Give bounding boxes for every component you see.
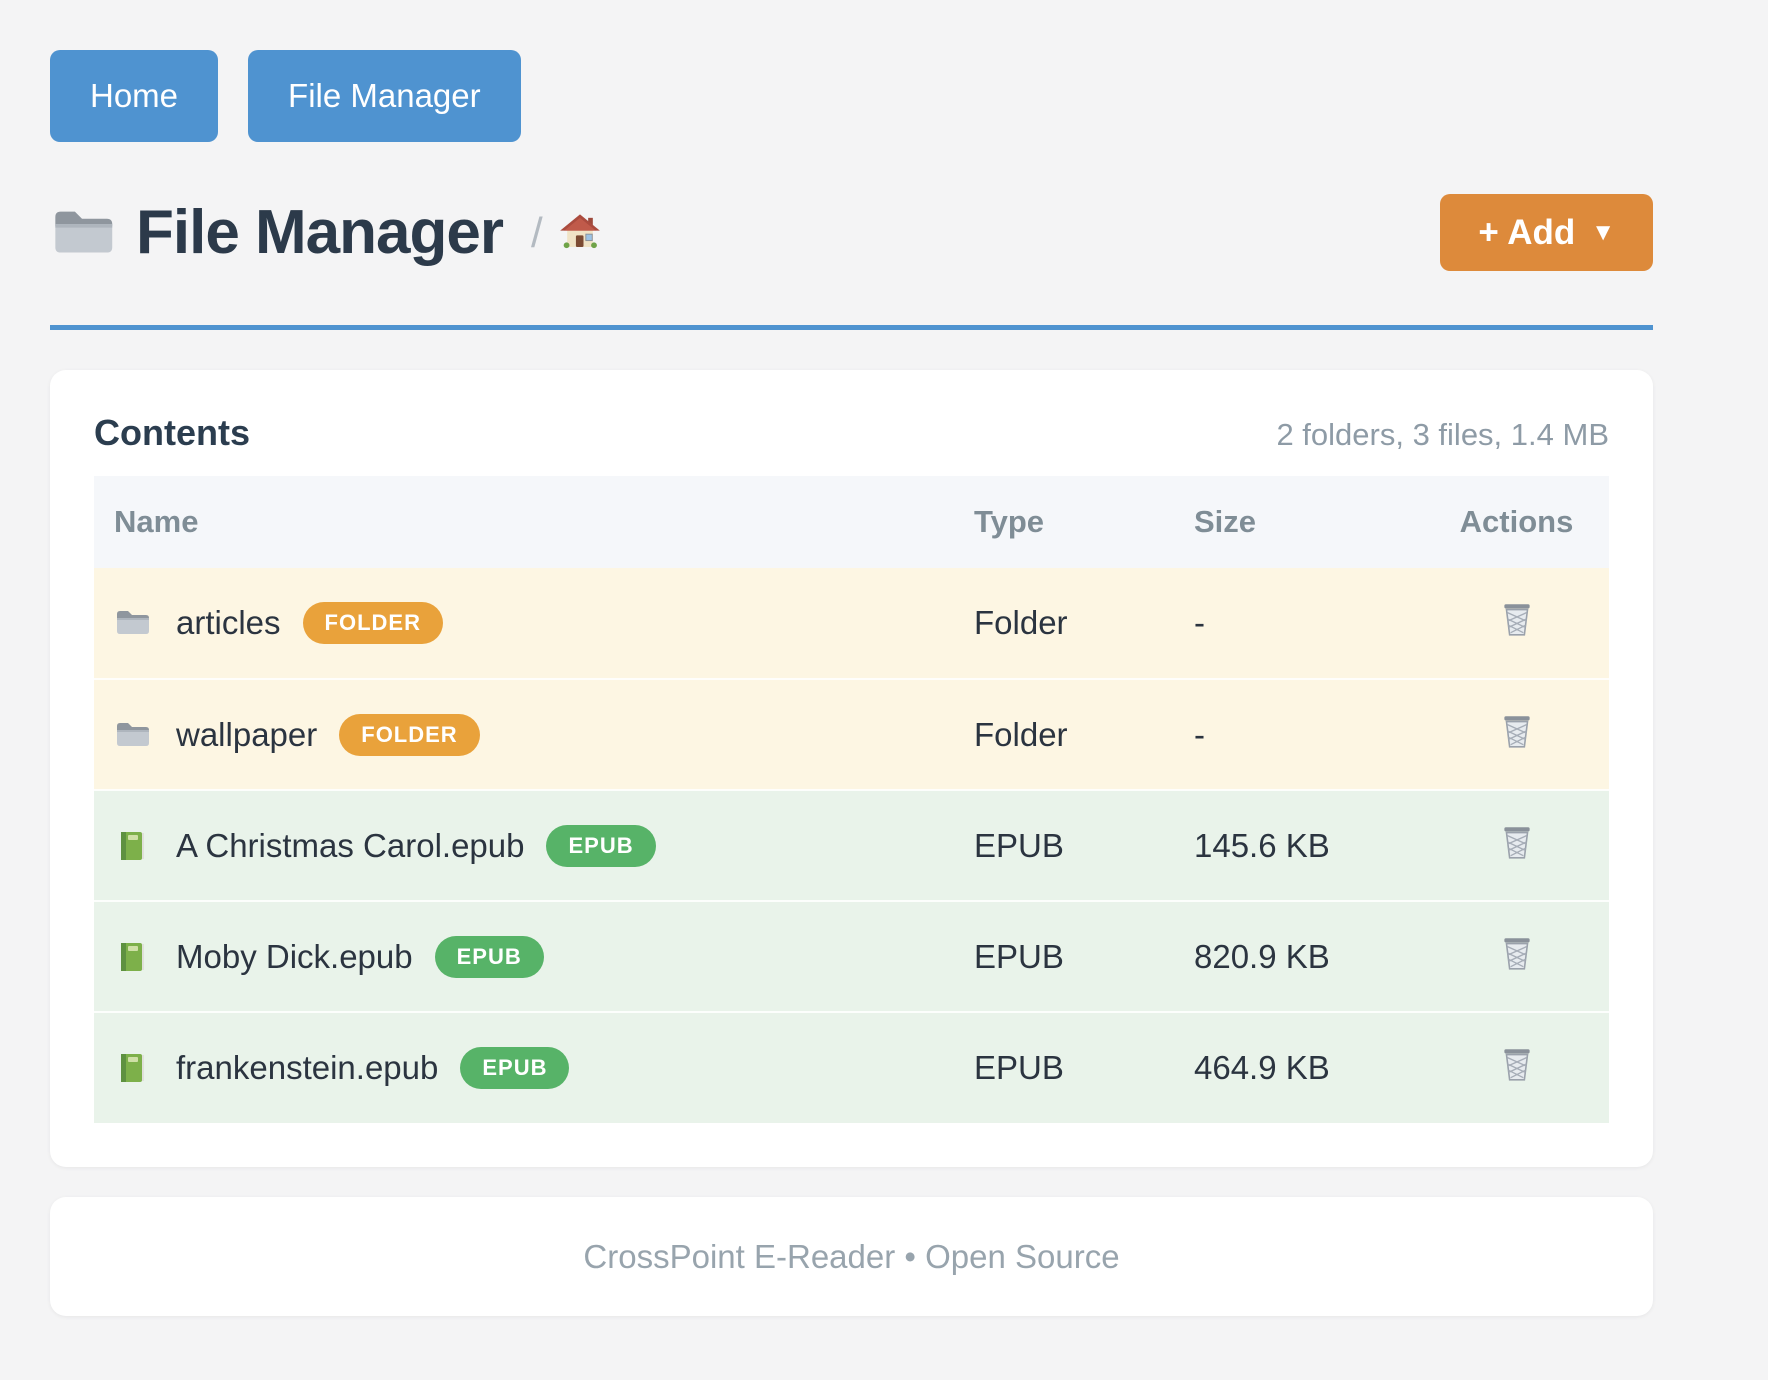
type-badge: FOLDER (303, 602, 443, 644)
table-row: articles FOLDER Folder - (94, 568, 1609, 679)
table-row: A Christmas Carol.epub EPUB EPUB 145.6 K… (94, 790, 1609, 901)
delete-button[interactable] (1498, 711, 1536, 754)
type-badge: EPUB (546, 825, 655, 867)
table-row: wallpaper FOLDER Folder - (94, 679, 1609, 790)
type-badge: EPUB (460, 1047, 569, 1089)
size-cell: 464.9 KB (1174, 1012, 1424, 1123)
contents-card: Contents 2 folders, 3 files, 1.4 MB Name… (50, 370, 1653, 1167)
nav-file-manager-button[interactable]: File Manager (248, 50, 521, 142)
column-header-name: Name (94, 476, 954, 568)
footer-text: CrossPoint E-Reader • Open Source (583, 1238, 1119, 1276)
delete-button[interactable] (1498, 822, 1536, 865)
contents-card-header: Contents 2 folders, 3 files, 1.4 MB (94, 404, 1609, 476)
size-cell: 820.9 KB (1174, 901, 1424, 1012)
table-body: articles FOLDER Folder - (94, 568, 1609, 1123)
file-manager-page: { "nav": { "home_label": "Home", "file_m… (0, 0, 1768, 1380)
breadcrumb-separator: / (531, 209, 543, 257)
footer: CrossPoint E-Reader • Open Source (50, 1197, 1653, 1316)
type-cell: Folder (954, 679, 1174, 790)
delete-button[interactable] (1498, 599, 1536, 642)
trash-icon (1498, 933, 1536, 973)
contents-summary: 2 folders, 3 files, 1.4 MB (1276, 417, 1609, 453)
trash-icon (1498, 599, 1536, 639)
top-nav: Home File Manager (50, 0, 1653, 142)
file-name[interactable]: Moby Dick.epub (176, 938, 413, 976)
column-header-actions: Actions (1424, 476, 1609, 568)
house-icon (559, 212, 601, 254)
breadcrumb-root-link[interactable] (559, 212, 601, 254)
nav-home-button[interactable]: Home (50, 50, 218, 142)
type-cell: Folder (954, 568, 1174, 679)
type-cell: EPUB (954, 901, 1174, 1012)
file-name[interactable]: A Christmas Carol.epub (176, 827, 524, 865)
column-header-type: Type (954, 476, 1174, 568)
book-icon (114, 828, 150, 864)
trash-icon (1498, 711, 1536, 751)
type-badge: EPUB (435, 936, 544, 978)
file-name[interactable]: frankenstein.epub (176, 1049, 438, 1087)
book-icon (114, 1050, 150, 1086)
size-cell: - (1174, 679, 1424, 790)
type-cell: EPUB (954, 1012, 1174, 1123)
contents-heading: Contents (94, 412, 250, 454)
page-title: File Manager (136, 197, 503, 268)
file-name[interactable]: wallpaper (176, 716, 317, 754)
file-name[interactable]: articles (176, 604, 281, 642)
size-cell: 145.6 KB (1174, 790, 1424, 901)
delete-button[interactable] (1498, 1044, 1536, 1087)
delete-button[interactable] (1498, 933, 1536, 976)
page-header: File Manager / + Add ▼ (50, 194, 1653, 271)
trash-icon (1498, 1044, 1536, 1084)
table-row: frankenstein.epub EPUB EPUB 464.9 KB (94, 1012, 1609, 1123)
type-badge: FOLDER (339, 714, 479, 756)
folder-icon (114, 605, 150, 641)
column-header-size: Size (1174, 476, 1424, 568)
trash-icon (1498, 822, 1536, 862)
add-button-label: + Add (1478, 213, 1575, 253)
folder-icon (114, 717, 150, 753)
files-table: Name Type Size Actions articles FOLDER F… (94, 476, 1609, 1123)
folder-icon (50, 201, 114, 265)
chevron-down-icon: ▼ (1591, 219, 1615, 247)
header-divider (50, 325, 1653, 330)
add-button[interactable]: + Add ▼ (1440, 194, 1653, 271)
table-header-row: Name Type Size Actions (94, 476, 1609, 568)
content-area: Home File Manager File Manager / + Add (50, 0, 1653, 1316)
size-cell: - (1174, 568, 1424, 679)
type-cell: EPUB (954, 790, 1174, 901)
book-icon (114, 939, 150, 975)
table-row: Moby Dick.epub EPUB EPUB 820.9 KB (94, 901, 1609, 1012)
